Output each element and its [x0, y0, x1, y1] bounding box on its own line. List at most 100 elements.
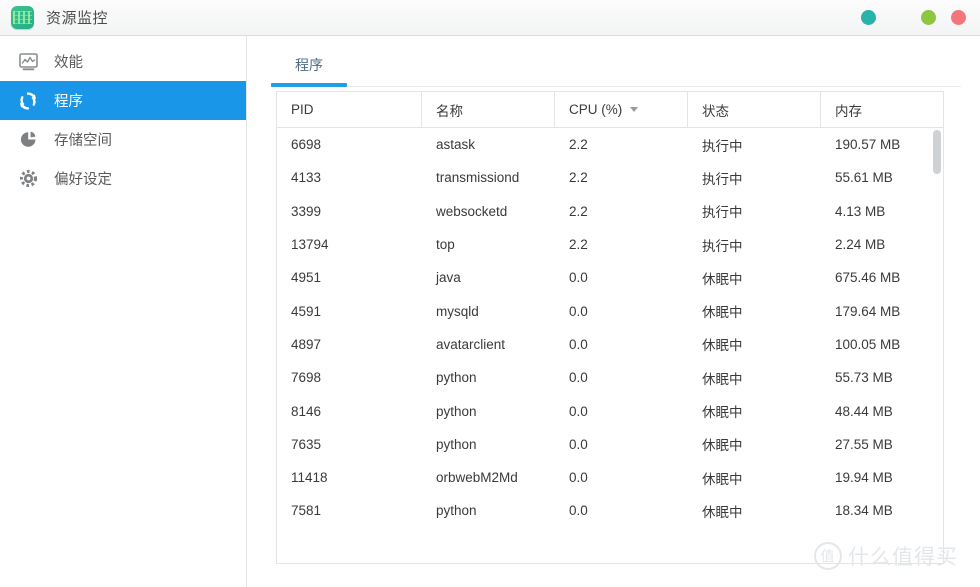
table-row[interactable]: 4951 java 0.0 休眠中 675.46 MB: [277, 261, 943, 294]
cell-memory: 4.13 MB: [835, 203, 886, 219]
cell-pid: 4133: [291, 170, 322, 186]
red-dot-button[interactable]: [951, 10, 966, 25]
table-row[interactable]: 8146 python 0.0 休眠中 48.44 MB: [277, 394, 943, 427]
column-header-memory[interactable]: 内存: [821, 92, 943, 127]
cell-pid: 7698: [291, 370, 322, 386]
cell-status: 休眠中: [702, 438, 743, 454]
cell-pid: 4897: [291, 336, 322, 352]
table-scrollbar[interactable]: [933, 130, 941, 561]
cell-cpu: 2.2: [569, 137, 588, 153]
processes-sync-icon: [16, 89, 40, 113]
cell-name: python: [436, 436, 477, 452]
cell-memory: 19.94 MB: [835, 470, 893, 486]
performance-chart-icon: [16, 50, 40, 74]
table-row[interactable]: 4897 avatarclient 0.0 休眠中 100.05 MB: [277, 328, 943, 361]
column-header-cpu[interactable]: CPU (%): [555, 92, 688, 127]
cell-memory: 27.55 MB: [835, 436, 893, 452]
sidebar-item-processes[interactable]: 程序: [0, 81, 246, 120]
content-area: 程序 PID 名称 CPU (%) 状态 内存 6698 astask 2.2 执行中…: [248, 36, 980, 587]
cell-cpu: 0.0: [569, 403, 588, 419]
cell-pid: 3399: [291, 203, 322, 219]
cell-pid: 8146: [291, 403, 322, 419]
tab-processes[interactable]: 程序: [271, 44, 347, 86]
process-table: PID 名称 CPU (%) 状态 内存 6698 astask 2.2 执行中 190…: [276, 91, 944, 564]
table-row[interactable]: 4591 mysqld 0.0 休眠中 179.64 MB: [277, 294, 943, 327]
cell-memory: 675.46 MB: [835, 270, 901, 286]
cell-cpu: 0.0: [569, 470, 588, 486]
cell-pid: 11418: [291, 470, 328, 486]
column-header-label: PID: [291, 102, 314, 117]
window-title: 资源监控: [46, 10, 109, 27]
column-header-label: 状态: [702, 103, 729, 119]
table-row[interactable]: 6698 astask 2.2 执行中 190.57 MB: [277, 128, 943, 161]
sidebar-item-storage[interactable]: 存储空间: [0, 120, 246, 159]
table-row[interactable]: 11418 orbwebM2Md 0.0 休眠中 19.94 MB: [277, 461, 943, 494]
cell-cpu: 0.0: [569, 503, 588, 519]
column-header-name[interactable]: 名称: [422, 92, 555, 127]
storage-pie-icon: [16, 128, 40, 152]
cell-status: 执行中: [702, 171, 743, 187]
cell-name: top: [436, 237, 455, 253]
cell-cpu: 0.0: [569, 303, 588, 319]
column-header-status[interactable]: 状态: [688, 92, 821, 127]
green-dot-button[interactable]: [921, 10, 936, 25]
table-row[interactable]: 7635 python 0.0 休眠中 27.55 MB: [277, 428, 943, 461]
cell-name: mysqld: [436, 303, 479, 319]
sidebar-item-performance[interactable]: 效能: [0, 42, 246, 81]
table-row[interactable]: 7581 python 0.0 休眠中 18.34 MB: [277, 494, 943, 527]
teal-dot-button[interactable]: [861, 10, 876, 25]
sidebar: 效能 程序 存储空间 偏好设定: [0, 36, 247, 587]
column-header-pid[interactable]: PID: [277, 92, 422, 127]
resource-monitor-icon: [11, 6, 34, 29]
table-row[interactable]: 4133 transmissiond 2.2 执行中 55.61 MB: [277, 161, 943, 194]
cell-pid: 7581: [291, 503, 322, 519]
cell-status: 休眠中: [702, 471, 743, 487]
window-controls: [861, 10, 966, 25]
sidebar-item-label: 程序: [54, 94, 83, 110]
cell-name: avatarclient: [436, 336, 506, 352]
cell-pid: 6698: [291, 137, 322, 153]
cell-name: java: [436, 270, 461, 286]
cell-pid: 4951: [291, 270, 322, 286]
tab-label: 程序: [295, 57, 323, 73]
cell-cpu: 2.2: [569, 237, 588, 253]
app-icon-pattern: [13, 11, 32, 24]
table-header-row: PID 名称 CPU (%) 状态 内存: [277, 92, 943, 128]
sidebar-item-label: 存储空间: [54, 133, 112, 149]
tab-baseline: [271, 86, 961, 87]
sort-descending-icon: [630, 107, 639, 112]
cell-cpu: 0.0: [569, 336, 588, 352]
column-header-label: CPU (%): [569, 102, 623, 117]
table-row[interactable]: 7698 python 0.0 休眠中 55.73 MB: [277, 361, 943, 394]
sidebar-item-label: 效能: [54, 55, 83, 71]
table-body: 6698 astask 2.2 执行中 190.57 MB 4133 transmissio…: [277, 128, 943, 563]
cell-memory: 190.57 MB: [835, 137, 901, 153]
cell-cpu: 2.2: [569, 203, 588, 219]
cell-cpu: 0.0: [569, 436, 588, 452]
cell-name: python: [436, 403, 477, 419]
cell-name: transmissiond: [436, 170, 520, 186]
preferences-gear-icon: [16, 167, 40, 191]
table-scrollbar-thumb[interactable]: [933, 130, 941, 174]
cell-cpu: 2.2: [569, 170, 588, 186]
cell-memory: 55.73 MB: [835, 370, 893, 386]
table-row[interactable]: 13794 top 2.2 执行中 2.24 MB: [277, 228, 943, 261]
cell-memory: 48.44 MB: [835, 403, 893, 419]
title-bar: 资源监控: [0, 0, 980, 36]
cell-status: 休眠中: [702, 405, 743, 421]
column-header-label: 内存: [835, 103, 862, 119]
cell-memory: 2.24 MB: [835, 237, 886, 253]
cell-pid: 13794: [291, 237, 329, 253]
cell-memory: 179.64 MB: [835, 303, 901, 319]
watermark-badge: 值: [814, 542, 842, 570]
cell-status: 执行中: [702, 205, 743, 221]
cell-name: websocketd: [436, 203, 508, 219]
sidebar-item-preferences[interactable]: 偏好设定: [0, 159, 246, 198]
yellow-dot-button[interactable]: [891, 10, 906, 25]
table-row[interactable]: 3399 websocketd 2.2 执行中 4.13 MB: [277, 195, 943, 228]
watermark: 值 什么值得买: [814, 541, 958, 571]
cell-name: astask: [436, 137, 476, 153]
cell-memory: 18.34 MB: [835, 503, 893, 519]
cell-status: 休眠中: [702, 305, 743, 321]
tab-strip: 程序: [271, 44, 961, 88]
